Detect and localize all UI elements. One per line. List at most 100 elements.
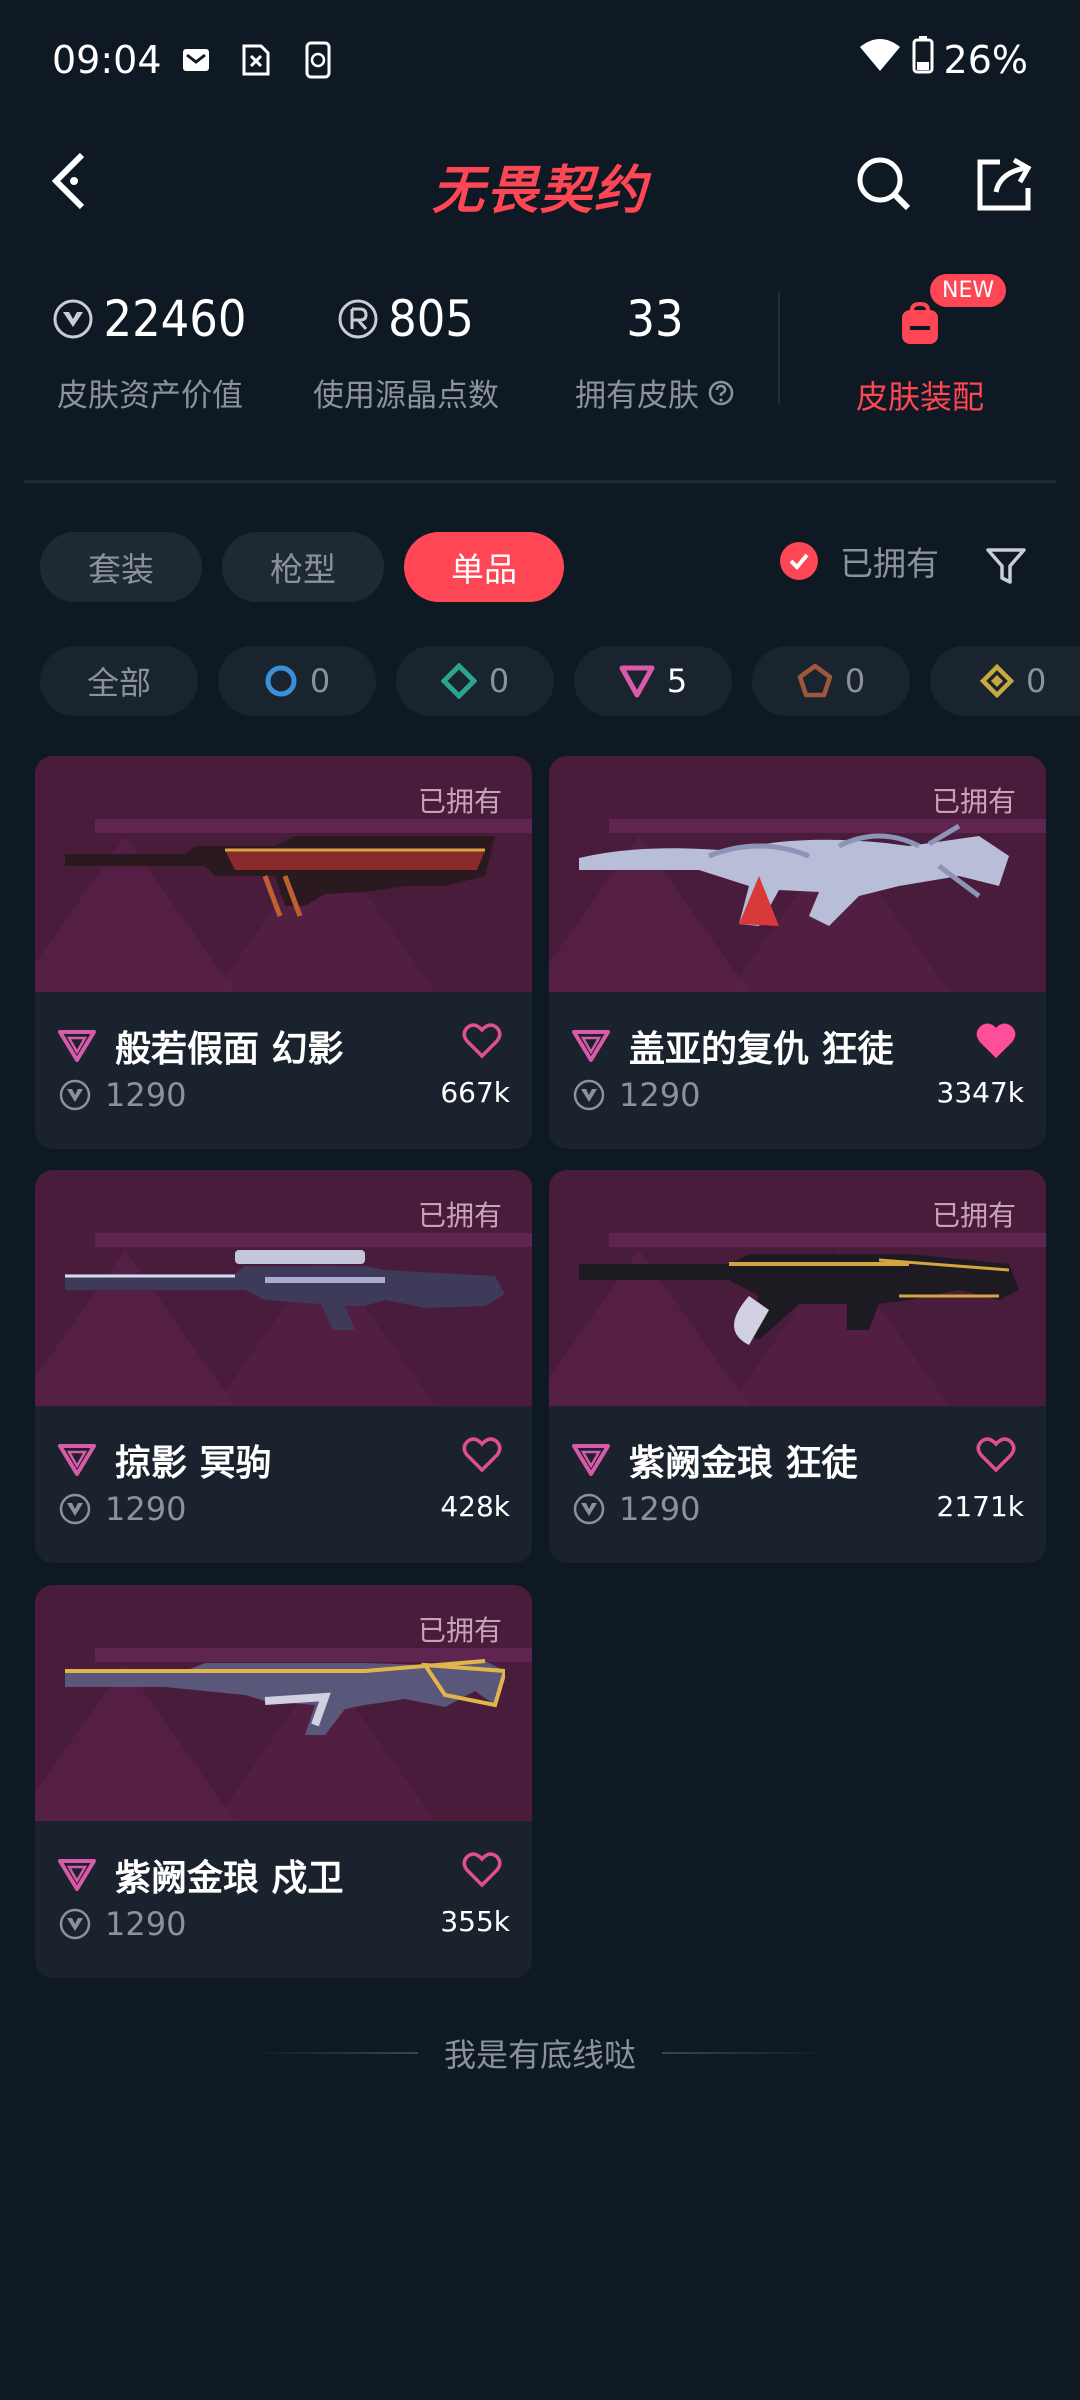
tier-chip-exclusive[interactable]: 0 xyxy=(752,646,910,716)
owned-filter-toggle[interactable]: 已拥有 xyxy=(780,537,939,585)
tier-chip-deluxe[interactable]: 0 xyxy=(396,646,554,716)
phantom-skin-icon xyxy=(65,836,495,917)
heart-outline-icon[interactable] xyxy=(976,1436,1016,1474)
price-row: 1290 xyxy=(573,1490,700,1528)
tier-chip-count: 0 xyxy=(1026,662,1047,700)
battery-icon xyxy=(912,36,934,83)
tab-single-item[interactable]: 单品 xyxy=(404,532,564,602)
skin-card[interactable]: 已拥有 紫阙金琅 狂徒 1290 2171k xyxy=(549,1170,1046,1563)
tier-chip-count: 0 xyxy=(844,662,866,700)
divider-line xyxy=(662,2052,832,2054)
owned-tag: 已拥有 xyxy=(417,1199,502,1232)
section-divider xyxy=(24,480,1056,483)
price-row: 1290 xyxy=(573,1076,700,1114)
skin-card[interactable]: 已拥有 盖亚的复仇 狂徒 1290 3347k xyxy=(549,756,1046,1149)
tab-set[interactable]: 套装 xyxy=(40,532,202,602)
tab-gun-type[interactable]: 枪型 xyxy=(222,532,384,602)
stat-skin-value: 22460 皮肤资产价值 xyxy=(40,290,260,415)
wifi-icon xyxy=(858,37,902,82)
stat-label: 皮肤资产价值 xyxy=(57,378,243,414)
heart-outline-icon[interactable] xyxy=(462,1436,502,1474)
search-icon xyxy=(857,157,911,211)
owned-tag: 已拥有 xyxy=(931,1199,1016,1232)
skin-card[interactable]: 已拥有 紫阙金琅 戍卫 1290 355k xyxy=(35,1585,532,1978)
filter-icon xyxy=(986,548,1026,584)
tier-chip-label: 全部 xyxy=(86,664,151,702)
status-right: 26% xyxy=(858,36,1028,83)
skin-price: 1290 xyxy=(105,1905,187,1943)
list-end-indicator: 我是有底线哒 xyxy=(0,2030,1080,2076)
premium-tier-icon xyxy=(58,1859,96,1891)
marshal-skin-icon xyxy=(65,1250,505,1330)
search-button[interactable] xyxy=(850,150,918,218)
skin-name: 紫阙金琅 戍卫 xyxy=(115,1858,344,1899)
owned-filter-label: 已拥有 xyxy=(840,544,939,583)
tier-chip-premium[interactable]: 5 xyxy=(574,646,732,716)
new-badge: NEW xyxy=(930,274,1007,307)
skin-price: 1290 xyxy=(619,1490,701,1528)
like-count: 355k xyxy=(440,1905,510,1938)
sim-off-icon xyxy=(236,40,276,80)
owned-tag: 已拥有 xyxy=(931,785,1016,818)
like-count: 2171k xyxy=(936,1490,1024,1523)
stat-value: 33 xyxy=(626,290,684,348)
tier-chip-select[interactable]: 0 xyxy=(218,646,376,716)
assemble-label: 皮肤装配 xyxy=(855,378,984,416)
like-count: 667k xyxy=(440,1076,510,1109)
owned-tag: 已拥有 xyxy=(417,785,502,818)
heart-filled-icon[interactable] xyxy=(976,1022,1016,1060)
radianite-icon xyxy=(338,299,378,339)
stat-label: 拥有皮肤 xyxy=(575,378,699,414)
premium-tier-icon xyxy=(619,665,655,698)
vandal-skin-icon xyxy=(579,823,1009,926)
stat-radianite-points: 805 使用源晶点数 xyxy=(296,290,516,415)
price-row: 1290 xyxy=(59,1490,186,1528)
page-title: 无畏契约 xyxy=(431,161,648,221)
vp-icon xyxy=(53,299,93,339)
mail-icon xyxy=(176,40,216,80)
heart-outline-icon[interactable] xyxy=(462,1022,502,1060)
skin-image: 已拥有 xyxy=(35,1170,532,1406)
premium-tier-icon xyxy=(572,1444,610,1476)
tier-chip-count: 0 xyxy=(488,662,510,700)
share-icon xyxy=(977,157,1032,211)
list-end-text: 我是有底线哒 xyxy=(443,2036,636,2074)
select-tier-icon xyxy=(265,665,297,697)
tier-chip-all[interactable]: 全部 xyxy=(40,646,198,716)
skin-name: 紫阙金琅 狂徒 xyxy=(629,1443,858,1484)
premium-tier-icon xyxy=(58,1444,96,1476)
ultra-tier-icon xyxy=(980,664,1014,698)
guardian-skin-icon xyxy=(65,1659,505,1735)
backpack-icon xyxy=(902,301,938,344)
stat-owned-skins: 33 拥有皮肤 xyxy=(550,290,760,415)
tier-chip-count: 0 xyxy=(309,662,331,700)
skin-price: 1290 xyxy=(105,1076,187,1114)
owned-tag: 已拥有 xyxy=(417,1614,502,1647)
skin-image: 已拥有 xyxy=(35,1585,532,1821)
skin-card[interactable]: 已拥有 般若假面 幻影 1290 667k xyxy=(35,756,532,1149)
premium-tier-icon xyxy=(572,1030,610,1062)
skin-price: 1290 xyxy=(105,1490,187,1528)
price-row: 1290 xyxy=(59,1905,186,1943)
skin-image: 已拥有 xyxy=(549,756,1046,992)
vp-icon xyxy=(59,1908,91,1940)
skin-name: 盖亚的复仇 狂徒 xyxy=(629,1029,894,1070)
vp-icon xyxy=(573,1079,605,1111)
vp-icon xyxy=(59,1493,91,1525)
skin-name: 般若假面 幻影 xyxy=(115,1029,344,1070)
skin-price: 1290 xyxy=(619,1076,701,1114)
deluxe-tier-icon xyxy=(440,663,477,699)
exclusive-tier-icon xyxy=(797,663,833,698)
price-row: 1290 xyxy=(59,1076,186,1114)
battery-level: 26% xyxy=(943,37,1028,82)
phone-sync-icon xyxy=(298,40,338,80)
tier-chip-count: 5 xyxy=(666,662,688,700)
heart-outline-icon[interactable] xyxy=(462,1851,502,1889)
tier-chip-ultra[interactable]: 0 xyxy=(930,646,1080,716)
stat-value: 805 xyxy=(388,290,474,348)
checked-icon xyxy=(780,542,818,580)
help-icon[interactable] xyxy=(707,379,735,407)
skin-card[interactable]: 已拥有 掠影 冥驹 1290 428k xyxy=(35,1170,532,1563)
share-button[interactable] xyxy=(970,150,1038,218)
filter-button[interactable] xyxy=(978,536,1034,596)
